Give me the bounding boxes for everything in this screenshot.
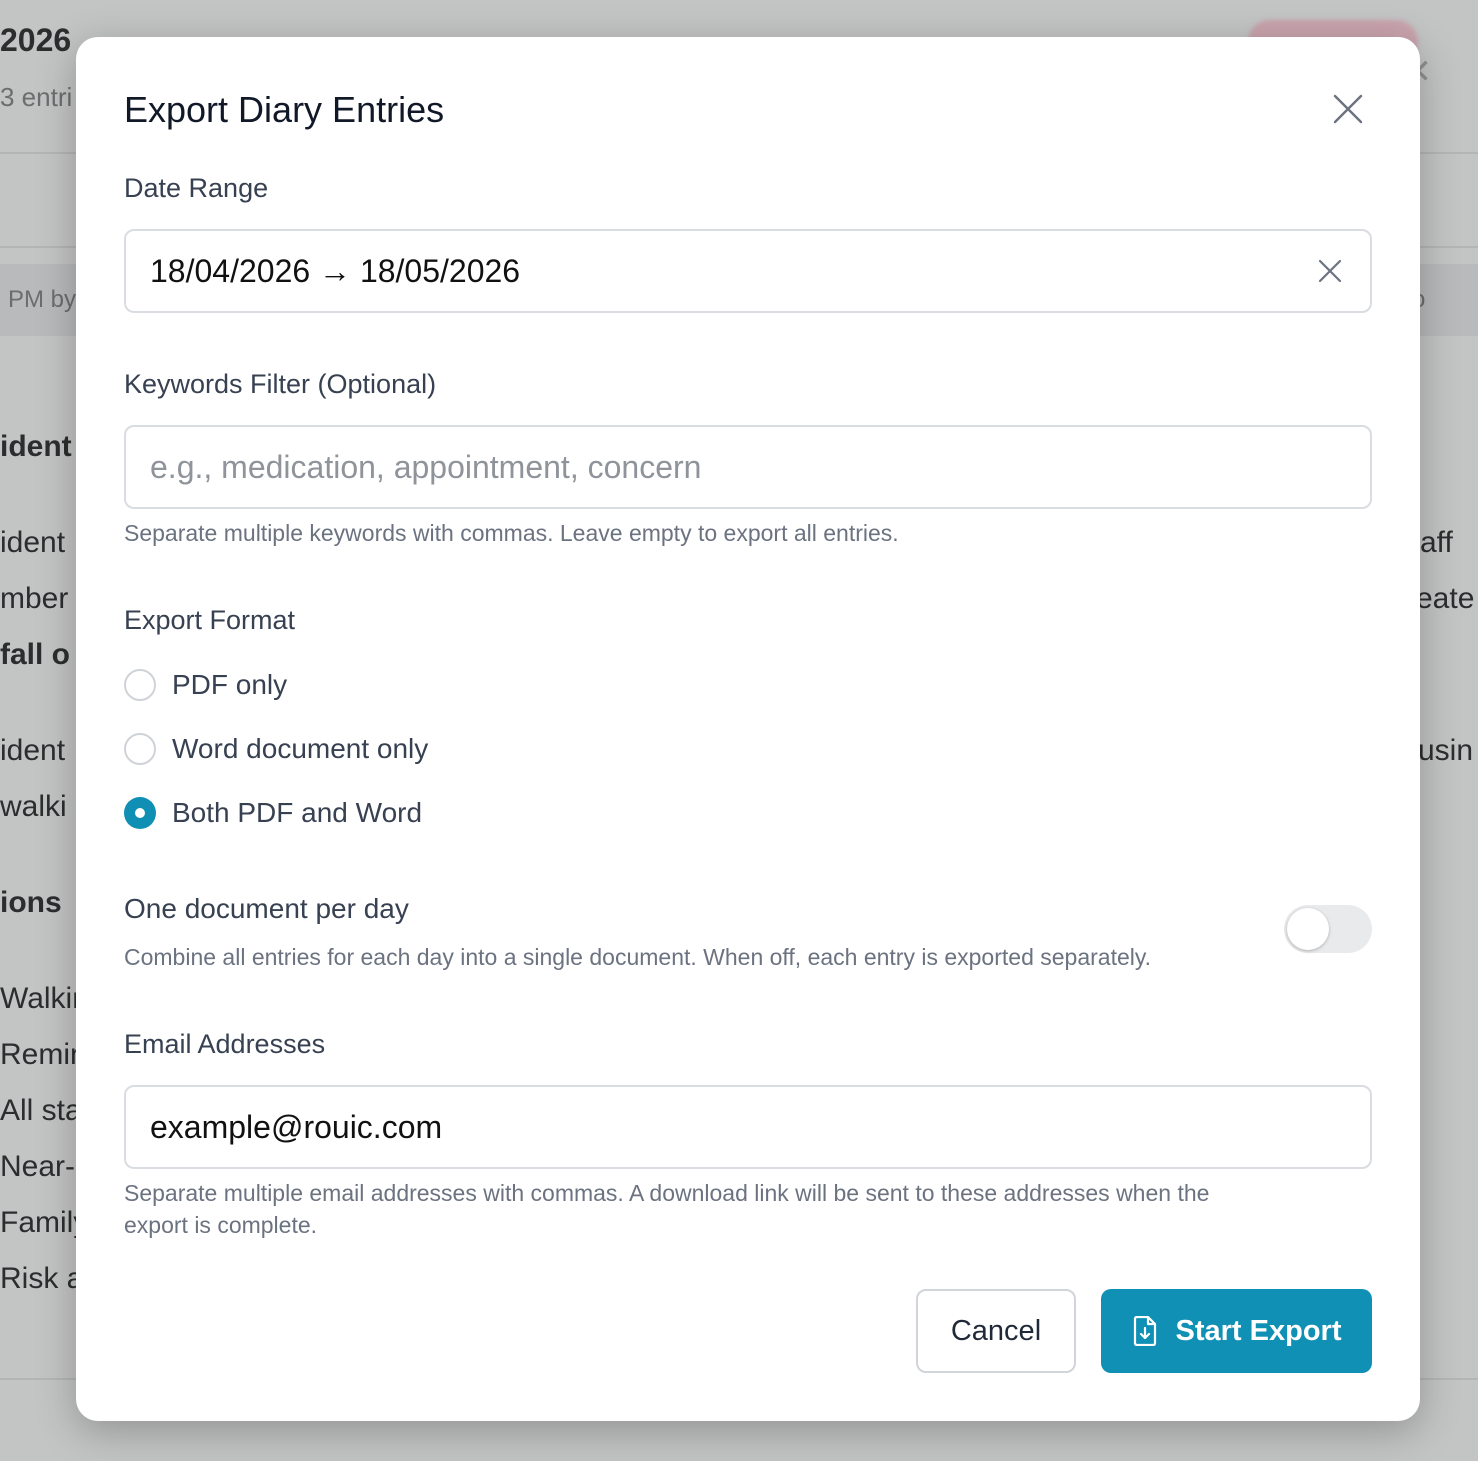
radio-pdf-only[interactable]: PDF only: [124, 665, 287, 705]
start-export-button[interactable]: Start Export: [1101, 1289, 1372, 1373]
toggle-knob: [1287, 908, 1329, 950]
email-help-text: Separate multiple email addresses with c…: [124, 1177, 1209, 1241]
keywords-label: Keywords Filter (Optional): [124, 369, 437, 399]
radio-label: PDF only: [172, 669, 288, 700]
background-line: ions: [0, 886, 62, 919]
background-heading: 2026: [0, 22, 72, 58]
email-label: Email Addresses: [124, 1029, 326, 1059]
per-day-help-text: Combine all entries for each day into a …: [124, 944, 1152, 970]
background-line: eate: [1416, 582, 1475, 615]
per-day-toggle[interactable]: [1284, 905, 1372, 953]
background-line: walki: [0, 790, 67, 823]
clear-icon: [1318, 259, 1342, 283]
background-band-text: PM by: [8, 286, 77, 313]
date-range-label: Date Range: [124, 173, 269, 203]
radio-label: Both PDF and Word: [172, 797, 423, 828]
background-line: Near-: [0, 1150, 76, 1183]
email-field: [124, 1085, 1372, 1169]
close-icon: [1333, 94, 1363, 124]
keywords-help-text: Separate multiple keywords with commas. …: [124, 520, 899, 546]
email-help-line: export is complete.: [124, 1212, 318, 1238]
radio-button[interactable]: [124, 733, 156, 765]
clear-date-button[interactable]: [1316, 257, 1344, 285]
cancel-button[interactable]: Cancel: [916, 1289, 1076, 1373]
start-export-label: Start Export: [1175, 1314, 1342, 1347]
radio-label: Word document only: [172, 733, 429, 764]
dialog-title: Export Diary Entries: [124, 89, 445, 130]
export-format-label: Export Format: [124, 605, 296, 635]
keywords-field: [124, 425, 1372, 509]
background-line: ident: [0, 430, 72, 463]
radio-both[interactable]: Both PDF and Word: [124, 793, 422, 833]
background-line: usin: [1418, 734, 1474, 767]
background-line: aff: [1420, 526, 1453, 559]
date-range-value: 18/04/2026 → 18/05/2026: [150, 253, 521, 289]
export-dialog: Export Diary Entries Date Range 18/04/20…: [76, 37, 1420, 1421]
radio-button-selected[interactable]: [124, 797, 156, 829]
keywords-input[interactable]: [126, 427, 1370, 507]
email-help-line: Separate multiple email addresses with c…: [124, 1180, 1210, 1206]
background-subheading: 3 entri: [0, 82, 73, 112]
radio-button[interactable]: [124, 669, 156, 701]
per-day-title: One document per day: [124, 893, 409, 924]
background-line: fall o: [0, 638, 71, 671]
background-line: Remin: [0, 1038, 87, 1071]
email-input[interactable]: [126, 1087, 1370, 1167]
radio-word-only[interactable]: Word document only: [124, 729, 428, 769]
background-line: All sta: [0, 1094, 82, 1127]
file-download-icon: [1133, 1316, 1156, 1346]
background-line: Risk a: [0, 1262, 84, 1295]
cancel-label: Cancel: [950, 1314, 1042, 1347]
date-range-field[interactable]: 18/04/2026 → 18/05/2026: [124, 229, 1372, 313]
background-line: ident: [0, 734, 66, 767]
background-line: mber: [0, 582, 69, 615]
close-button[interactable]: [1330, 91, 1366, 127]
background-line: ident: [0, 526, 66, 559]
